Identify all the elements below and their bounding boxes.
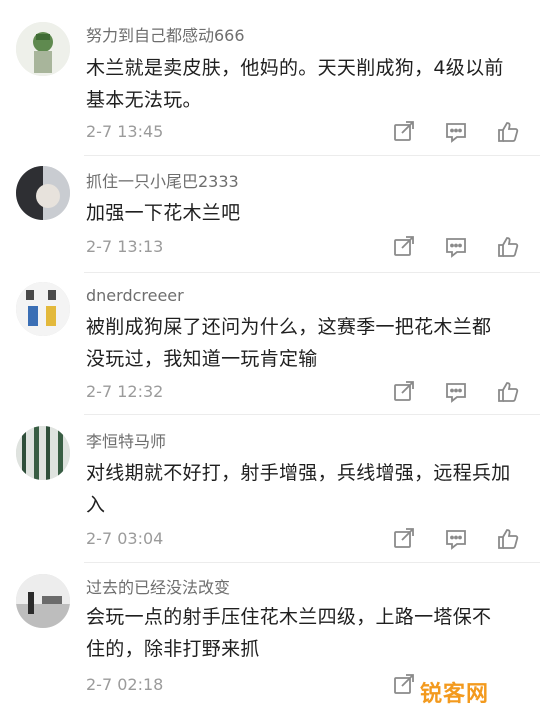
- comment-username[interactable]: 过去的已经没法改变: [86, 578, 230, 598]
- comment-username[interactable]: 抓住一只小尾巴2333: [86, 172, 239, 192]
- thumbs-up-icon: [498, 382, 519, 402]
- comment-text-line: 被削成狗屎了还问为什么，这赛季一把花木兰都: [86, 316, 492, 338]
- comment-icon: [446, 123, 466, 143]
- share-icon: [394, 528, 414, 548]
- comment-text: 加强一下花木兰吧: [86, 197, 526, 229]
- comment-text-line: 住的，除非打野来抓: [86, 638, 260, 660]
- share-icon: [394, 674, 414, 694]
- divider: [84, 155, 540, 156]
- watermark-text: 锐客网: [420, 682, 490, 707]
- divider: [84, 272, 540, 273]
- divider: [84, 562, 540, 563]
- share-button[interactable]: [390, 118, 418, 146]
- reply-button[interactable]: [442, 118, 470, 146]
- thumbs-up-icon: [498, 237, 519, 257]
- share-button[interactable]: [390, 378, 418, 406]
- like-button[interactable]: [494, 118, 522, 146]
- like-button[interactable]: [494, 233, 522, 261]
- comment-icon: [446, 383, 466, 403]
- reply-button[interactable]: [442, 233, 470, 261]
- thumbs-up-icon: [498, 529, 519, 549]
- share-button[interactable]: [390, 525, 418, 553]
- comment-time: 2-7 03:04: [86, 529, 164, 548]
- comment-text: 木兰就是卖皮肤，他妈的。天天削成狗，4级以前 基本无法玩。: [86, 52, 526, 116]
- reply-button[interactable]: [442, 378, 470, 406]
- divider: [84, 414, 540, 415]
- like-button[interactable]: [494, 378, 522, 406]
- comment-username[interactable]: 努力到自己都感动666: [86, 26, 245, 46]
- avatar[interactable]: [16, 166, 70, 220]
- comment-text-line: 加强一下花木兰吧: [86, 202, 241, 224]
- share-icon: [394, 381, 414, 401]
- comment-text-line: 对线期就不好打，射手增强，兵线增强，远程兵加: [86, 462, 511, 484]
- comment-text: 会玩一点的射手压住花木兰四级，上路一塔保不 住的，除非打野来抓: [86, 601, 526, 665]
- avatar[interactable]: [16, 282, 70, 336]
- comment-text: 对线期就不好打，射手增强，兵线增强，远程兵加 入: [86, 457, 526, 521]
- comment-username[interactable]: dnerdcreeer: [86, 286, 184, 306]
- comment-text-line: 入: [86, 494, 106, 516]
- comment-time: 2-7 02:18: [86, 675, 164, 694]
- comment-text-line: 没玩过，我知道一玩肯定输: [86, 348, 318, 370]
- reply-button[interactable]: [442, 525, 470, 553]
- comment-text: 被削成狗屎了还问为什么，这赛季一把花木兰都 没玩过，我知道一玩肯定输: [86, 311, 526, 375]
- comment-time: 2-7 12:32: [86, 382, 164, 401]
- comment-text-line: 会玩一点的射手压住花木兰四级，上路一塔保不: [86, 606, 492, 628]
- avatar[interactable]: [16, 574, 70, 628]
- avatar[interactable]: [16, 22, 70, 76]
- share-icon: [394, 121, 414, 141]
- avatar[interactable]: [16, 426, 70, 480]
- comment-text-line: 基本无法玩。: [86, 89, 202, 111]
- like-button[interactable]: [494, 525, 522, 553]
- comment-icon: [446, 238, 466, 258]
- comment-username[interactable]: 李恒特马师: [86, 432, 166, 452]
- comment-time: 2-7 13:45: [86, 122, 164, 141]
- share-button[interactable]: [390, 233, 418, 261]
- comment-icon: [446, 530, 466, 550]
- share-button[interactable]: [390, 671, 418, 699]
- comment-time: 2-7 13:13: [86, 237, 164, 256]
- thumbs-up-icon: [498, 122, 519, 142]
- share-icon: [394, 236, 414, 256]
- watermark-logo: 锐客网: [420, 670, 540, 714]
- comment-text-line: 木兰就是卖皮肤，他妈的。天天削成狗，4级以前: [86, 57, 504, 79]
